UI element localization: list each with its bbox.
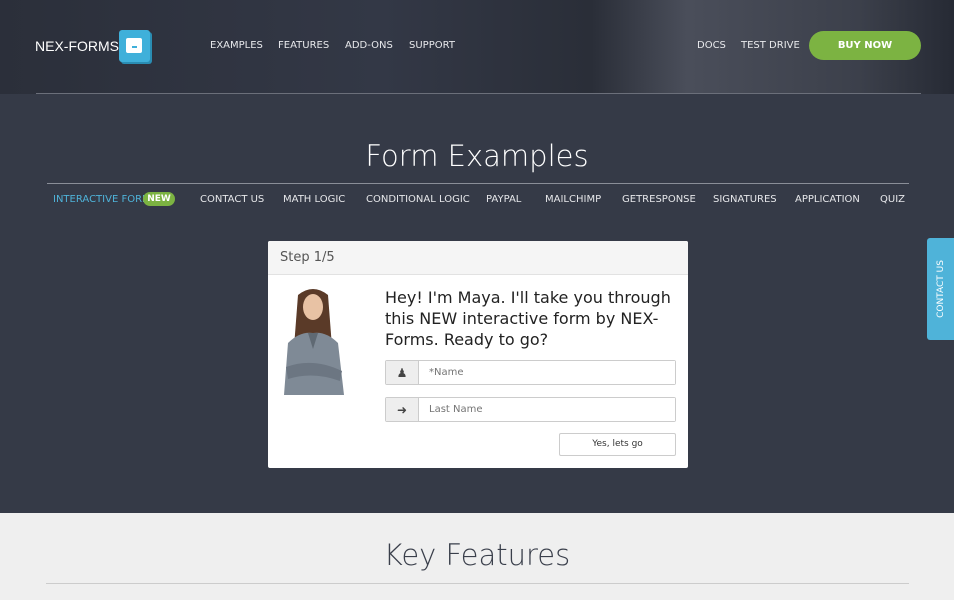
- user-icon: ♟: [386, 361, 419, 384]
- tab-signatures[interactable]: SIGNATURES: [713, 194, 777, 205]
- site-header: NEX-FORMS EXAMPLES FEATURES ADD-ONS SUPP…: [0, 0, 954, 94]
- tab-quiz[interactable]: QUIZ: [880, 194, 905, 205]
- page-title: Form Examples: [365, 139, 589, 173]
- tab-math-logic[interactable]: MATH LOGIC: [283, 194, 345, 205]
- tab-interactive-form[interactable]: INTERACTIVE FORM: [53, 194, 151, 205]
- tab-getresponse[interactable]: GETRESPONSE: [622, 194, 696, 205]
- last-name-input[interactable]: [419, 398, 675, 421]
- buy-now-button[interactable]: BUY NOW: [809, 31, 921, 60]
- nav-support[interactable]: SUPPORT: [409, 40, 455, 51]
- tab-mailchimp[interactable]: MAILCHIMP: [545, 194, 601, 205]
- tab-paypal[interactable]: PAYPAL: [486, 194, 521, 205]
- step-indicator: Step 1/5: [268, 241, 688, 275]
- contact-us-label: CONTACT US: [935, 260, 946, 318]
- logo-text[interactable]: NEX-FORMS: [35, 38, 119, 54]
- form-message: Hey! I'm Maya. I'll take you through thi…: [385, 288, 671, 349]
- nav-examples[interactable]: EXAMPLES: [210, 40, 263, 51]
- tab-conditional-logic[interactable]: CONDITIONAL LOGIC: [366, 194, 470, 205]
- name-input[interactable]: [419, 361, 675, 384]
- contact-us-side-tab[interactable]: CONTACT US: [927, 238, 954, 340]
- name-field: ♟: [385, 360, 676, 385]
- divider: [47, 183, 909, 184]
- divider: [46, 583, 909, 584]
- nav-docs[interactable]: DOCS: [697, 40, 726, 51]
- nav-test-drive[interactable]: TEST DRIVE: [741, 40, 800, 51]
- yes-lets-go-button[interactable]: Yes, lets go: [559, 433, 676, 456]
- tab-application[interactable]: APPLICATION: [795, 194, 860, 205]
- tab-contact-us[interactable]: CONTACT US: [200, 194, 264, 205]
- logo-icon[interactable]: [119, 30, 150, 62]
- interactive-form-card: Step 1/5 Hey! I'm Maya. I'll take you th…: [268, 241, 688, 468]
- key-features-section: Key Features: [0, 513, 954, 600]
- avatar: [284, 289, 344, 395]
- nav-features[interactable]: FEATURES: [278, 40, 329, 51]
- divider: [36, 93, 921, 94]
- new-badge: NEW: [143, 192, 175, 206]
- arrow-right-icon: ➜: [386, 398, 419, 421]
- section-title: Key Features: [383, 538, 571, 572]
- nav-add-ons[interactable]: ADD-ONS: [345, 40, 393, 51]
- last-name-field: ➜: [385, 397, 676, 422]
